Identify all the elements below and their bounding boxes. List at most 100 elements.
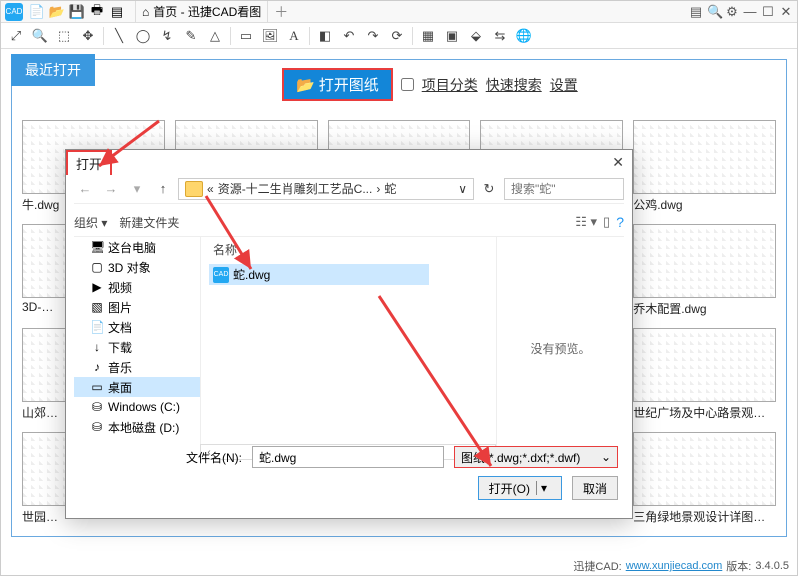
card-icon[interactable]: ▤ [689,4,703,20]
preview-pane-button[interactable]: ▯ [603,214,610,230]
zoom-ext-icon[interactable]: ⤢ [7,27,25,45]
header-links: 项目分类 快速搜索 设置 [401,75,578,95]
tree-label: 下载 [108,339,132,356]
search-icon[interactable]: 🔍 [707,4,721,20]
close-button[interactable]: ✕ [779,4,793,20]
zoom-in-icon[interactable]: 🔍 [31,27,49,45]
tree-item[interactable]: 📄文档 [74,317,200,337]
organize-button[interactable]: 组织 ▾ [74,214,107,231]
image-icon[interactable]: 🖼 [261,27,279,45]
tree-item[interactable]: 🖥这台电脑 [74,237,200,257]
tree-item[interactable]: ♪ 音乐 [74,357,200,377]
cube-icon[interactable]: ▣ [443,27,461,45]
tree-label: 音乐 [108,359,132,376]
nav-dropdown[interactable]: ▾ [126,181,148,197]
thumbnail[interactable]: 三角绿地景观设计详图… [633,432,776,526]
open-label: 打开(O) [489,480,530,497]
save-icon[interactable]: 💾 [68,3,86,21]
model-icon[interactable]: ⬙ [467,27,485,45]
nav-tree: 🖥这台电脑▢3D 对象 ▶ 视频▧图片📄文档 ↓ 下载 ♪ 音乐▭桌面⛁Windows (C… [74,237,200,460]
tree-item[interactable]: ⛁本地磁盘 (D:) [74,417,200,437]
globe-icon[interactable]: 🌐 [515,27,533,45]
refresh-button[interactable]: ↻ [478,181,500,197]
tree-item[interactable]: ▶ 视频 [74,277,200,297]
category-checkbox[interactable] [401,78,414,91]
redo-icon[interactable]: ↷ [364,27,382,45]
undo-icon[interactable]: ↶ [340,27,358,45]
category-link[interactable]: 项目分类 [422,75,478,95]
tree-label: 视频 [108,279,132,296]
print-icon[interactable]: 🖶 [88,3,106,21]
tree-label: 桌面 [108,379,132,396]
open-drawing-label: 打开图纸 [319,74,379,95]
zoom-window-icon[interactable]: ⬚ [55,27,73,45]
new-tab-button[interactable]: ＋ [274,2,288,22]
pan-icon[interactable]: ✥ [79,27,97,45]
tree-item[interactable]: ▢3D 对象 [74,257,200,277]
settings-link[interactable]: 设置 [550,75,578,95]
tree-icon: ▶ [90,280,104,294]
nav-forward-button[interactable]: → [100,181,122,196]
nav-back-button[interactable]: ← [74,181,96,196]
path-part[interactable]: 资源-十二生肖雕刻工艺品C... [218,180,373,197]
tree-icon: 📄 [90,320,104,334]
line-icon[interactable]: ╲ [110,27,128,45]
thumbnail[interactable]: 世纪广场及中心路景观… [633,328,776,426]
dialog-open-button[interactable]: 打开(O) ▾ [478,476,562,500]
dialog-close-button[interactable]: ✕ [612,154,624,171]
search-input[interactable] [504,178,624,200]
status-url[interactable]: www.xunjiecad.com [626,560,723,572]
open-dialog: 打开 ✕ ← → ▾ ↑ « 资源-十二生肖雕刻工艺品C... › 蛇 ∨ ↻ … [65,149,633,519]
minimize-button[interactable]: — [743,4,757,19]
path-bar[interactable]: « 资源-十二生肖雕刻工艺品C... › 蛇 ∨ [178,178,474,200]
circle-icon[interactable]: ◯ [134,27,152,45]
version-value: 3.4.0.5 [755,560,789,572]
compare-icon[interactable]: ⇆ [491,27,509,45]
path-dropdown[interactable]: ∨ [458,182,467,196]
tree-item[interactable]: ↓ 下载 [74,337,200,357]
folder-icon: 📂 [296,76,315,94]
edit-icon[interactable]: ✎ [182,27,200,45]
quicksearch-link[interactable]: 快速搜索 [486,75,542,95]
layers-icon[interactable]: ▦ [419,27,437,45]
separator [309,27,310,45]
thumbnail[interactable]: 乔木配置.dwg [633,224,776,322]
tree-item[interactable]: ▧图片 [74,297,200,317]
filetype-filter[interactable]: 图纸(*.dwg;*.dxf;*.dwf) ⌄ [454,446,618,468]
tree-item[interactable]: ⛁Windows (C:) [74,397,200,417]
tree-icon: ↓ [90,340,104,354]
settings-icon[interactable]: ⚙ [725,4,739,20]
recent-tab[interactable]: 最近打开 [11,54,95,86]
maximize-button[interactable]: ☐ [761,4,775,20]
nav-up-button[interactable]: ↑ [152,181,174,196]
separator [103,27,104,45]
open-drawing-button[interactable]: 📂 打开图纸 [282,68,393,101]
path-part[interactable]: 蛇 [384,180,396,197]
home-tab[interactable]: ⌂ 首页 - 迅捷CAD看图 [135,1,268,22]
open-icon[interactable]: 📂 [48,3,66,21]
newfolder-button[interactable]: 新建文件夹 [119,214,179,231]
open-dropdown[interactable]: ▾ [536,481,551,495]
tree-item[interactable]: ▭桌面 [74,377,200,397]
thumbnail[interactable]: 公鸡.dwg [633,120,776,218]
toolbar: ⤢ 🔍 ⬚ ✥ ╲ ◯ ↯ ✎ △ ▭ 🖼 A ◧ ↶ ↷ ⟳ ▦ ▣ ⬙ ⇆ … [1,23,797,49]
rotate-icon[interactable]: ⟳ [388,27,406,45]
text-icon[interactable]: A [285,27,303,45]
dialog-cancel-button[interactable]: 取消 [572,476,618,500]
filename-input[interactable] [252,446,444,468]
tree-icon: ♪ [90,360,104,374]
new-icon[interactable]: 📄 [28,3,46,21]
separator [230,27,231,45]
file-item[interactable]: CAD 蛇.dwg [209,264,429,285]
batch-icon[interactable]: ▤ [108,3,126,21]
eraser-icon[interactable]: ◧ [316,27,334,45]
dialog-commandbar: 组织 ▾ 新建文件夹 ☷ ▾ ▯ ? [74,210,624,234]
select-icon[interactable]: ▭ [237,27,255,45]
help-button[interactable]: ? [616,214,624,230]
polyline-icon[interactable]: ↯ [158,27,176,45]
column-name[interactable]: 名称 [213,241,488,258]
panel-header: 📂 打开图纸 项目分类 快速搜索 设置 [282,68,776,101]
tree-icon: ▢ [90,260,104,274]
erase-icon[interactable]: △ [206,27,224,45]
view-mode-button[interactable]: ☷ ▾ [575,214,597,230]
